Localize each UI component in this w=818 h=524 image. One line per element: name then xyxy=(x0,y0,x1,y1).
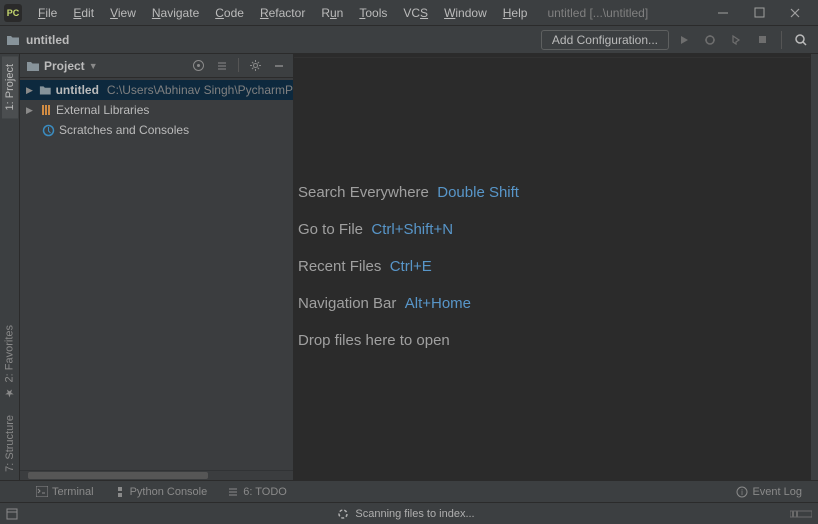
status-windows-icon[interactable] xyxy=(6,508,18,520)
stop-icon[interactable] xyxy=(751,29,773,51)
menu-navigate[interactable]: Navigate xyxy=(144,3,207,23)
tree-root-row[interactable]: ▶ untitled C:\Users\Abhinav Singh\Pychar… xyxy=(20,80,293,100)
welcome-gotofile-shortcut: Ctrl+Shift+N xyxy=(371,221,453,238)
python-console-tab[interactable]: Python Console xyxy=(104,486,218,498)
horizontal-scrollbar[interactable] xyxy=(20,470,293,480)
collapse-all-icon[interactable] xyxy=(214,58,230,74)
search-icon[interactable] xyxy=(790,29,812,51)
library-icon xyxy=(40,104,52,116)
main-area: 1: Project ★2: Favorites 7: Structure Pr… xyxy=(0,54,818,480)
menu-view[interactable]: View xyxy=(102,3,144,23)
app-icon: PC xyxy=(4,4,22,22)
run-icon[interactable] xyxy=(673,29,695,51)
todo-tab-label: 6: TODO xyxy=(243,486,287,498)
spinner-icon xyxy=(337,508,349,520)
event-log-icon: i xyxy=(736,486,748,498)
scratches-icon xyxy=(42,124,55,137)
tree-root-label: untitled xyxy=(56,83,99,97)
welcome-search-shortcut: Double Shift xyxy=(437,184,519,201)
event-log-tab-label: Event Log xyxy=(752,486,802,498)
welcome-navbar-label: Navigation Bar xyxy=(298,295,396,312)
todo-icon xyxy=(227,486,239,498)
menu-help[interactable]: Help xyxy=(495,3,536,23)
panel-folder-icon xyxy=(26,60,40,72)
project-panel: Project ▼ ▶ xyxy=(20,54,294,480)
maximize-button[interactable] xyxy=(750,4,768,22)
tree-scratches-label: Scratches and Consoles xyxy=(59,123,189,137)
close-button[interactable] xyxy=(786,4,804,22)
menu-file[interactable]: File xyxy=(30,3,65,23)
minimize-button[interactable] xyxy=(714,4,732,22)
gutter-tab-project[interactable]: 1: Project xyxy=(2,56,18,118)
terminal-tab-label: Terminal xyxy=(52,486,94,498)
tree-external-libs-label: External Libraries xyxy=(56,103,149,117)
menu-window[interactable]: Window xyxy=(436,3,495,23)
menu-code[interactable]: Code xyxy=(207,3,252,23)
title-bar: PC File Edit View Navigate Code Refactor… xyxy=(0,0,818,26)
right-tool-gutter xyxy=(810,54,818,480)
coverage-icon[interactable] xyxy=(725,29,747,51)
menu-run[interactable]: Run xyxy=(313,3,351,23)
svg-text:i: i xyxy=(742,488,744,497)
debug-icon[interactable] xyxy=(699,29,721,51)
welcome-drop-label: Drop files here to open xyxy=(298,332,450,349)
terminal-tab[interactable]: Terminal xyxy=(26,486,104,498)
event-log-tab[interactable]: i Event Log xyxy=(726,486,812,498)
expand-arrow-icon[interactable]: ▶ xyxy=(26,105,36,116)
menu-bar: File Edit View Navigate Code Refactor Ru… xyxy=(30,3,535,23)
gutter-tab-favorites[interactable]: ★2: Favorites xyxy=(1,317,18,407)
folder-icon xyxy=(6,34,20,46)
welcome-screen: Search Everywhere Double Shift Go to Fil… xyxy=(294,58,810,349)
scroll-from-source-icon[interactable] xyxy=(190,58,206,74)
welcome-recent-label: Recent Files xyxy=(298,258,381,275)
status-progress-icon[interactable] xyxy=(790,509,812,519)
tree-root-path: C:\Users\Abhinav Singh\PycharmP xyxy=(107,83,293,97)
terminal-icon xyxy=(36,486,48,497)
gear-icon[interactable] xyxy=(247,58,263,74)
folder-icon xyxy=(39,84,52,96)
nav-project-name[interactable]: untitled xyxy=(26,33,69,47)
menu-edit[interactable]: Edit xyxy=(65,3,102,23)
chevron-down-icon[interactable]: ▼ xyxy=(89,61,98,71)
welcome-recent-shortcut: Ctrl+E xyxy=(390,258,432,275)
welcome-navbar-shortcut: Alt+Home xyxy=(405,295,471,312)
menu-vcs[interactable]: VCS xyxy=(395,3,436,23)
navigation-bar: untitled Add Configuration... xyxy=(0,26,818,54)
python-icon xyxy=(114,486,126,498)
project-panel-header: Project ▼ xyxy=(20,54,293,78)
todo-tab[interactable]: 6: TODO xyxy=(217,486,297,498)
window-title: untitled [...\untitled] xyxy=(547,6,648,20)
menu-tools[interactable]: Tools xyxy=(351,3,395,23)
tree-external-libs-row[interactable]: ▶ External Libraries xyxy=(20,100,293,120)
add-configuration-button[interactable]: Add Configuration... xyxy=(541,30,669,50)
hide-panel-icon[interactable] xyxy=(271,58,287,74)
status-bar: Scanning files to index... xyxy=(0,502,818,524)
editor-area[interactable]: Search Everywhere Double Shift Go to Fil… xyxy=(294,54,810,480)
panel-title-label: Project xyxy=(44,59,85,73)
window-controls xyxy=(714,4,814,22)
project-tree[interactable]: ▶ untitled C:\Users\Abhinav Singh\Pychar… xyxy=(20,78,293,470)
python-console-tab-label: Python Console xyxy=(130,486,208,498)
welcome-gotofile-label: Go to File xyxy=(298,221,363,238)
bottom-tool-tabs: Terminal Python Console 6: TODO i Event … xyxy=(0,480,818,502)
tree-scratches-row[interactable]: Scratches and Consoles xyxy=(20,120,293,140)
expand-arrow-icon[interactable]: ▶ xyxy=(26,85,35,96)
welcome-search-label: Search Everywhere xyxy=(298,184,429,201)
gutter-tab-structure[interactable]: 7: Structure xyxy=(2,407,18,480)
status-text: Scanning files to index... xyxy=(355,508,474,520)
left-tool-gutter: 1: Project ★2: Favorites 7: Structure xyxy=(0,54,20,480)
scrollbar-thumb[interactable] xyxy=(28,472,208,479)
menu-refactor[interactable]: Refactor xyxy=(252,3,313,23)
